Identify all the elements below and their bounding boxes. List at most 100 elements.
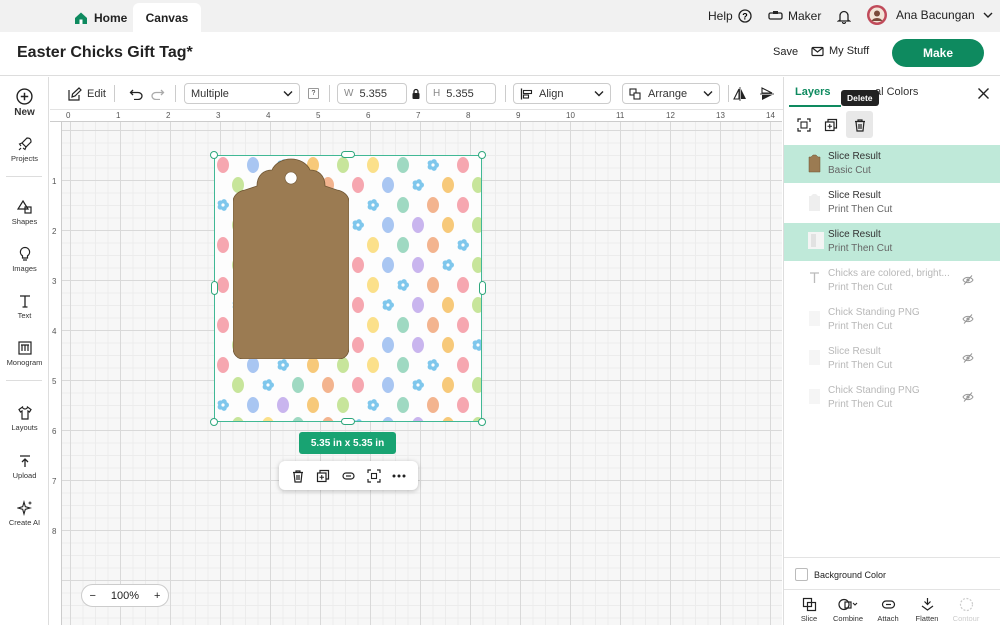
chevron-down-icon [283,91,293,97]
resize-handle-bottom-left[interactable] [210,418,218,426]
close-icon[interactable] [977,87,990,100]
maker-button[interactable]: Maker [768,6,821,26]
layer-row[interactable]: Slice Result Print Then Cut [784,223,1000,261]
tool-images[interactable]: Images [0,246,49,273]
redo-button[interactable] [150,83,165,104]
layer-row[interactable]: Chick Standing PNG Print Then Cut [784,379,1000,417]
layer-row[interactable]: Chick Standing PNG Print Then Cut [784,301,1000,339]
egg-motif [322,377,334,393]
layer-thumbnail [808,310,821,329]
flip-vertical-button[interactable] [760,83,774,104]
layer-row[interactable]: Slice Result Print Then Cut [784,340,1000,378]
eye-hidden-icon[interactable] [962,391,974,403]
resize-handle-right[interactable] [479,281,486,295]
notifications-button[interactable] [837,6,851,26]
combine-button[interactable]: Combine [828,597,868,623]
tool-projects[interactable]: Projects [0,136,49,163]
layer-name: Slice Result [828,346,881,357]
tool-images-label: Images [12,264,37,273]
egg-motif [367,237,379,253]
egg-motif [232,417,244,421]
flower-motif [412,179,424,191]
tool-upload-label: Upload [12,471,37,480]
lock-proportions-button[interactable] [411,83,421,104]
eye-hidden-icon[interactable] [962,274,974,286]
egg-motif [397,317,409,333]
eye-hidden-icon[interactable] [962,352,974,364]
arrange-dropdown[interactable]: Arrange [622,83,720,104]
tool-new-label: New [14,107,35,118]
attach-icon[interactable] [341,470,356,482]
background-color-toggle[interactable]: Background Color [795,568,886,581]
zoom-in-button[interactable]: + [154,590,160,602]
ruler-tick-label: 5 [316,111,321,120]
duplicate-layer-button[interactable] [824,118,838,137]
user-menu[interactable]: Ana Bacungan [866,5,993,25]
help-button[interactable]: Help ? [708,6,752,26]
slice-button[interactable]: Slice [789,597,829,623]
flatten-button[interactable]: Flatten [907,597,947,623]
egg-motif [472,297,481,313]
layer-name: Slice Result [828,151,881,162]
background-color-checkbox[interactable] [795,568,808,581]
save-button[interactable]: Save [773,46,798,58]
focus-icon[interactable] [367,468,381,483]
make-button[interactable]: Make [892,39,984,67]
flatten-label: Flatten [915,614,939,623]
horizontal-ruler: 0 1 2 3 4 5 6 7 8 9 10 11 12 13 14 [50,110,782,122]
tool-new[interactable]: New [0,88,49,118]
duplicate-icon[interactable] [316,469,330,483]
tab-layers[interactable]: Layers [795,86,830,98]
layer-row[interactable]: Slice Result Basic Cut [784,145,1000,183]
resize-handle-bottom[interactable] [341,418,355,425]
edit-button[interactable]: Edit [67,83,106,104]
layer-operation: Print Then Cut [828,399,893,410]
layer-thumbnail [808,349,821,368]
height-value: 5.355 [446,87,474,100]
resize-handle-top-right[interactable] [478,151,486,159]
egg-motif [247,357,259,373]
egg-motif [457,197,469,213]
tool-layouts[interactable]: Layouts [0,405,49,432]
eye-hidden-icon[interactable] [962,313,974,325]
resize-handle-top-left[interactable] [210,151,218,159]
layer-name: Slice Result [828,229,881,240]
gift-tag-shape[interactable] [233,158,349,359]
zoom-out-button[interactable]: − [89,590,95,602]
my-stuff-button[interactable]: My Stuff [811,45,869,57]
flip-horizontal-button[interactable] [733,83,747,104]
tab-color-sync[interactable]: al Colors [875,86,918,98]
egg-motif [367,277,379,293]
resize-handle-bottom-right[interactable] [478,418,486,426]
undo-button[interactable] [129,83,144,104]
trash-icon[interactable] [291,469,305,483]
height-field[interactable]: H 5.355 [426,83,496,104]
tool-monogram[interactable]: Monogram [0,340,49,367]
home-tab[interactable]: Home [64,4,134,32]
operation-select[interactable]: Multiple [184,83,300,104]
resize-handle-left[interactable] [211,281,218,295]
chevron-down-icon [594,91,604,97]
operation-help-button[interactable]: ? [308,88,319,99]
tool-text[interactable]: Text [0,293,49,320]
layer-row[interactable]: Slice Result Print Then Cut [784,184,1000,222]
divider [329,85,330,102]
delete-layer-button[interactable] [846,111,873,138]
canvas-tab[interactable]: Canvas [133,3,201,32]
egg-motif [442,217,454,233]
egg-motif [397,397,409,413]
layer-row[interactable]: Chicks are colored, bright... Print Then … [784,262,1000,300]
tool-upload[interactable]: Upload [0,453,49,480]
flower-motif [367,399,379,411]
align-dropdown[interactable]: Align [513,83,611,104]
group-layers-button[interactable] [797,118,811,137]
more-icon[interactable] [392,474,406,478]
width-field[interactable]: W 5.355 [337,83,407,104]
tool-create-ai[interactable]: Create AI [0,500,49,527]
egg-motif [457,157,469,173]
resize-handle-top[interactable] [341,151,355,158]
attach-button[interactable]: Attach [868,597,908,623]
divider [114,85,115,102]
egg-motif [397,197,409,213]
tool-shapes[interactable]: Shapes [0,199,49,226]
